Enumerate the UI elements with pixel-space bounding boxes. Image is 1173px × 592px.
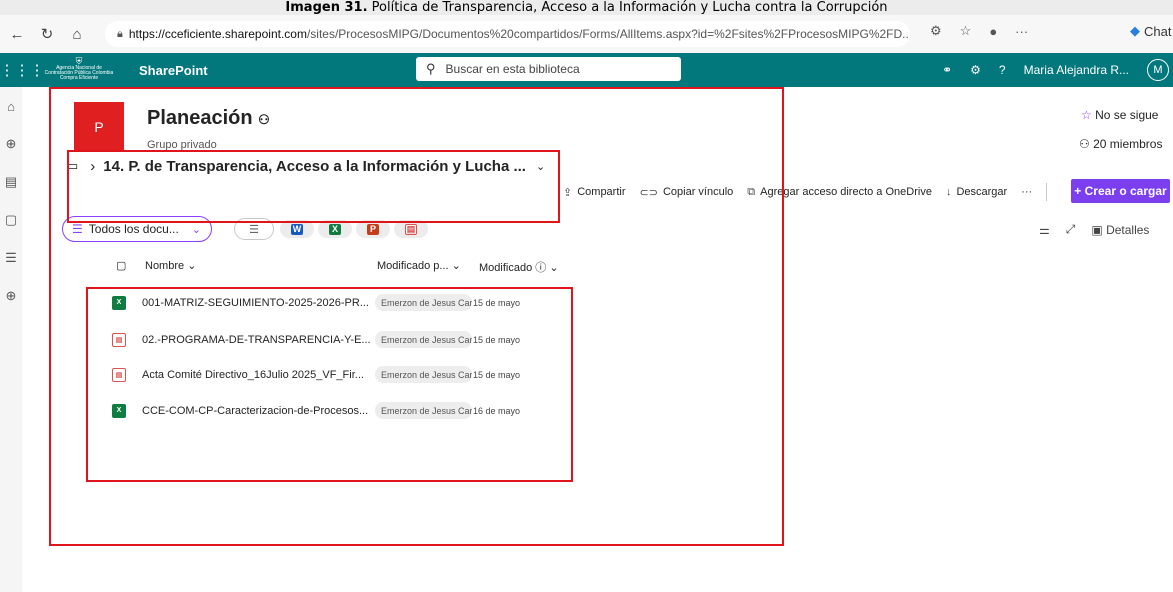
info-panel-icon: ▣	[1091, 222, 1103, 237]
view-actions: ⚌ ⤢ ▣ Detalles	[1039, 222, 1149, 237]
browser-toolbar: ← ↻ ⌂ 🔒︎ https://cceficiente.sharepoint.…	[0, 15, 1173, 53]
search-box[interactable]: ⚲ Buscar en esta biblioteca	[416, 57, 681, 81]
favorites-icon[interactable]: ☆	[960, 23, 972, 39]
user-name[interactable]: Maria Alejandra R...	[1024, 63, 1129, 77]
download-icon: ↓	[945, 186, 952, 198]
url-path: /sites/ProcesosMIPG/Documentos%20compart…	[306, 27, 910, 41]
copilot-icon: ◆	[1130, 23, 1140, 38]
sliders-icon[interactable]: ⚌	[1039, 223, 1050, 237]
profile-icon[interactable]: ●	[989, 24, 997, 39]
annotation-box-files	[86, 287, 573, 482]
file-icon[interactable]: ▢	[0, 201, 22, 239]
follow-button[interactable]: ☆ No se sigue	[1081, 108, 1158, 122]
left-rail: ⌂ ⊕ ▤ ▢ ☰ ⊕	[0, 87, 22, 592]
back-icon[interactable]: ←	[6, 23, 28, 45]
details-button[interactable]: ▣ Detalles	[1091, 223, 1149, 237]
browser-actions: ⚙ ☆ ● ···	[930, 23, 1028, 39]
url-host: https://cceficiente.sharepoint.com	[128, 27, 307, 41]
suite-bar: ⋮⋮⋮ ⛨ Agencia Nacional de Contratación Pú…	[0, 53, 1173, 87]
expand-icon[interactable]: ⤢	[1066, 222, 1076, 237]
home-icon[interactable]: ⌂	[0, 87, 22, 125]
settings-icon[interactable]: ⚙	[970, 63, 981, 77]
create-upload-button[interactable]: + Crear o cargar	[1071, 179, 1170, 203]
avatar[interactable]: M	[1147, 59, 1169, 81]
browser-menu-icon[interactable]: ···	[1015, 24, 1028, 39]
app-launcher-icon[interactable]: ⋮⋮⋮	[0, 53, 45, 87]
members-button[interactable]: ⚇ 20 miembros	[1079, 137, 1162, 151]
help-icon[interactable]: ?	[999, 63, 1006, 77]
search-icon: ⚲	[426, 61, 436, 76]
download-button[interactable]: ↓ Descargar	[946, 186, 1007, 198]
create-icon[interactable]: ⊕	[0, 277, 22, 315]
lists-icon[interactable]: ☰	[0, 239, 22, 277]
org-logo[interactable]: ⛨ Agencia Nacional de Contratación Públic…	[44, 57, 114, 81]
lock-icon: 🔒︎	[117, 27, 123, 40]
home-icon[interactable]: ⌂	[66, 23, 88, 45]
address-bar[interactable]: 🔒︎ https://cceficiente.sharepoint.com/si…	[105, 21, 910, 47]
more-commands-button[interactable]: ···	[1021, 186, 1032, 198]
annotation-box-folder	[67, 150, 560, 223]
suite-bar-actions: ⚭ ⚙ ? Maria Alejandra R... M	[942, 53, 1173, 87]
refresh-icon[interactable]: ↻	[36, 23, 58, 45]
news-icon[interactable]: ▤	[0, 163, 22, 201]
extensions-icon[interactable]: ⚙	[930, 23, 942, 39]
copilot-button[interactable]: ◆ Chat	[1130, 23, 1171, 39]
globe-icon[interactable]: ⊕	[0, 125, 22, 163]
person-icon: ⚇	[1079, 137, 1090, 151]
divider	[1046, 183, 1048, 201]
teams-icon[interactable]: ⚭	[942, 63, 952, 77]
search-placeholder: Buscar en esta biblioteca	[445, 62, 580, 76]
figure-caption: Imagen 31. Política de Transparencia, Ac…	[0, 0, 1173, 15]
star-icon: ☆	[1081, 108, 1092, 122]
sharepoint-app-name[interactable]: SharePoint	[139, 63, 208, 78]
